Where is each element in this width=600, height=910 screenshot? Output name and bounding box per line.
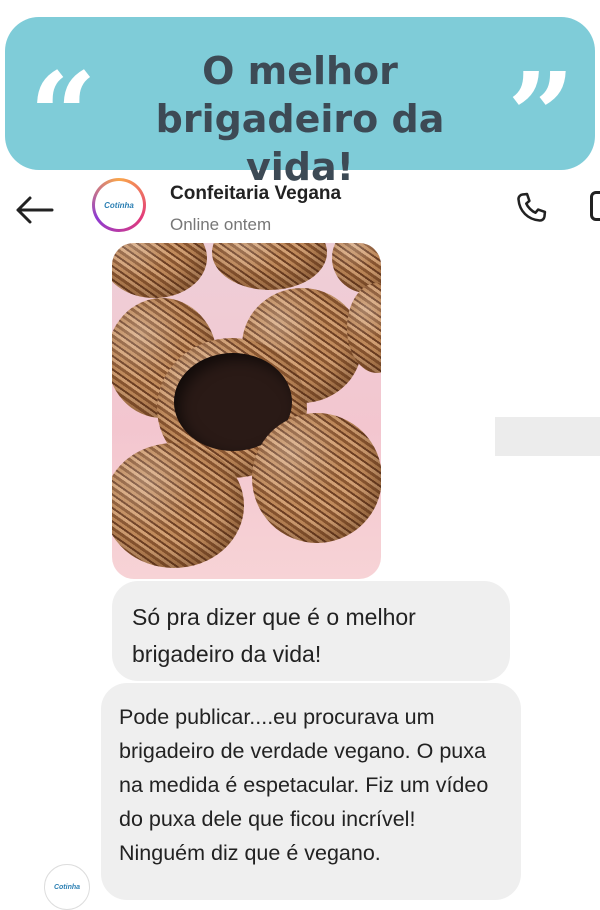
brigadeiro-photo[interactable] <box>112 243 381 579</box>
banner-title: O melhor brigadeiro da vida! <box>105 47 495 191</box>
open-quote-icon: “ <box>29 46 97 185</box>
contact-name[interactable]: Confeitaria Vegana <box>170 183 341 205</box>
placeholder-block <box>495 417 600 456</box>
message-bubble[interactable]: Pode publicar....eu procurava um brigade… <box>101 683 521 900</box>
brigadeiro-ball <box>112 443 244 568</box>
brigadeiro-ball <box>252 413 381 543</box>
back-arrow-icon[interactable] <box>14 195 54 225</box>
chat-header: Cotinha Confeitaria Vegana Online ontem <box>0 175 600 245</box>
sender-avatar[interactable]: Cotinha <box>44 864 90 910</box>
brigadeiro-ball <box>112 243 207 298</box>
close-quote-icon: ” <box>507 46 575 185</box>
contact-avatar[interactable]: Cotinha <box>92 178 146 232</box>
quote-banner: “ O melhor brigadeiro da vida! ” <box>5 17 595 189</box>
sender-avatar-logo: Cotinha <box>53 883 81 891</box>
phone-icon[interactable] <box>512 189 550 227</box>
banner-title-line-1: O melhor <box>202 49 398 93</box>
contact-status: Online ontem <box>170 215 272 234</box>
message-bubble[interactable]: Só pra dizer que é o melhor brigadeiro d… <box>112 581 510 681</box>
avatar-logo: Cotinha <box>104 200 134 210</box>
video-camera-icon[interactable] <box>590 191 600 221</box>
brigadeiro-ball <box>212 243 327 290</box>
